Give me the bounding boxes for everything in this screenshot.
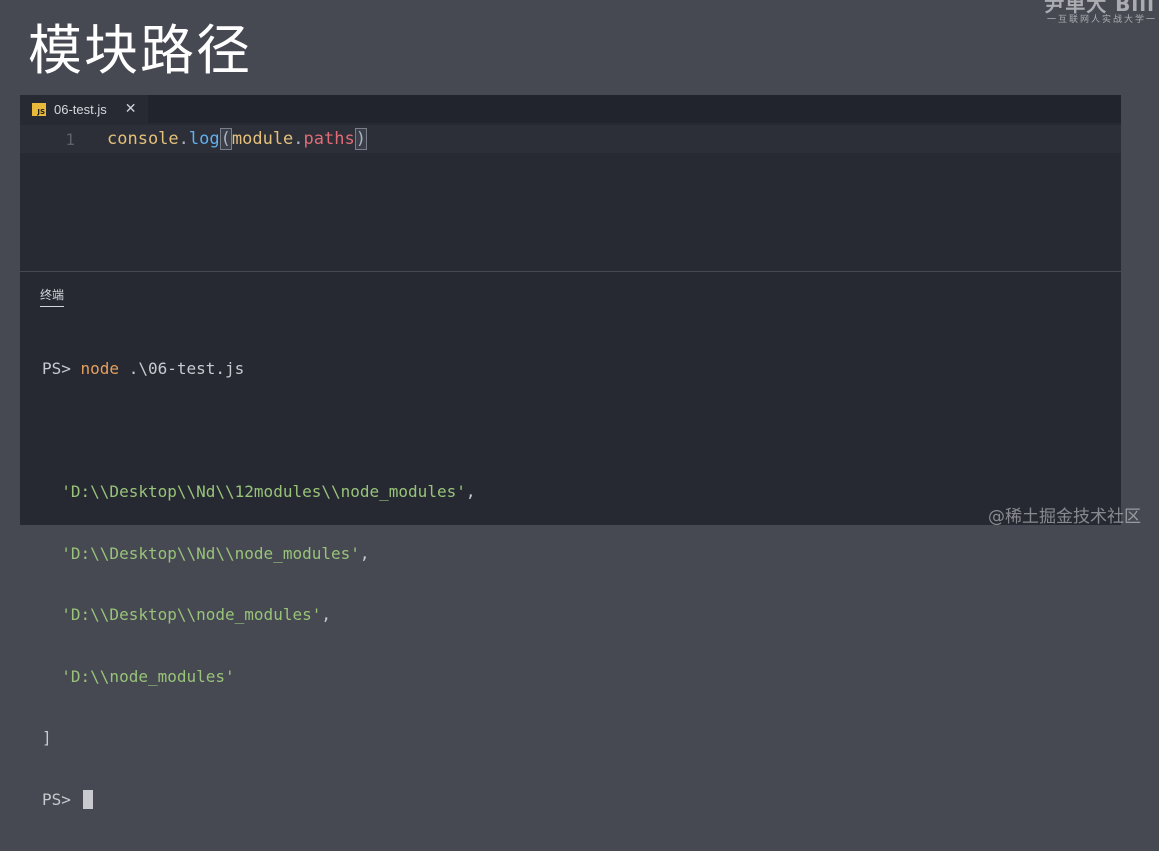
- brand-logo: 尹单大 Bili 一互联网人实战大学一: [999, 0, 1159, 26]
- brand-logo-subtitle: 一互联网人实战大学一: [1046, 15, 1157, 25]
- terminal-prompt: PS>: [42, 789, 81, 809]
- path-string: 'D:\\Desktop\\Nd\\node_modules': [61, 543, 360, 563]
- terminal-cursor: [82, 789, 93, 809]
- code-token-close-paren: ): [354, 128, 367, 150]
- line-number: 1: [65, 129, 75, 149]
- code-token-paths: paths: [303, 129, 355, 149]
- terminal-prompt-line[interactable]: PS>: [42, 789, 475, 811]
- terminal-command-arg: .\06-test.js: [119, 359, 245, 378]
- comma: ,: [321, 605, 331, 624]
- path-string: 'D:\\Desktop\\Nd\\12modules\\node_module…: [61, 482, 466, 501]
- code-token-dot: .: [293, 129, 304, 149]
- terminal-prompt: PS>: [42, 359, 81, 378]
- brand-logo-text: 尹单大 Bili: [1044, 0, 1155, 16]
- terminal-close-bracket: ]: [42, 728, 52, 747]
- javascript-file-icon: JS: [32, 102, 46, 116]
- editor-tab-bar: JS 06-test.js ✕: [20, 95, 1121, 123]
- editor-tab-06-test-js[interactable]: JS 06-test.js ✕: [20, 95, 149, 123]
- comma: ,: [465, 482, 476, 501]
- close-icon[interactable]: ✕: [125, 101, 137, 117]
- code-content: console.log(module.paths): [107, 128, 367, 150]
- terminal-output-line: 'D:\\Desktop\\Nd\\12modules\\node_module…: [42, 482, 475, 503]
- comma: ,: [359, 543, 370, 563]
- terminal-output-line: 'D:\\node_modules': [42, 667, 475, 688]
- code-token-log: log: [188, 129, 220, 149]
- code-token-open-paren: (: [219, 128, 232, 150]
- code-line[interactable]: 1 console.log(module.paths): [20, 125, 1121, 153]
- path-string: 'D:\\node_modules': [61, 666, 235, 686]
- terminal-panel[interactable]: 终端 PS> node .\06-test.js 'D:\\Desktop\\N…: [20, 272, 1121, 809]
- terminal-output: PS> node .\06-test.js 'D:\\Desktop\\Nd\\…: [42, 318, 475, 851]
- terminal-output-line: 'D:\\Desktop\\Nd\\node_modules',: [42, 544, 475, 565]
- slide-title: 模块路径: [28, 19, 252, 82]
- code-editor: JS 06-test.js ✕ 1 console.log(module.pat…: [20, 95, 1121, 271]
- terminal-command-line: PS> node .\06-test.js: [42, 359, 475, 380]
- terminal-output-line: 'D:\\Desktop\\node_modules',: [42, 605, 475, 626]
- terminal-command: node: [80, 359, 120, 378]
- code-token-console: console: [107, 129, 179, 149]
- path-string: 'D:\\Desktop\\node_modules': [61, 605, 322, 624]
- code-token-module: module: [231, 129, 294, 149]
- editor-tab-label: 06-test.js: [54, 101, 107, 117]
- terminal-tab[interactable]: 终端: [40, 286, 65, 307]
- watermark: @稀土掘金技术社区: [988, 507, 1141, 527]
- code-token-dot: .: [178, 129, 189, 149]
